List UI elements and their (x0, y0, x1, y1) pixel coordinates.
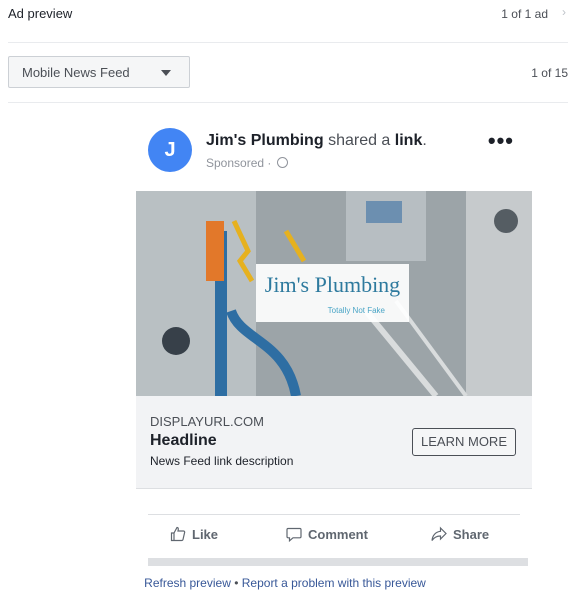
sponsored-text: Sponsored · (206, 156, 272, 170)
divider (8, 42, 568, 43)
logo-subtitle: Totally Not Fake (327, 306, 385, 315)
more-options-button[interactable]: ••• (488, 130, 514, 152)
divider (8, 102, 568, 103)
shared-link-word[interactable]: link (395, 132, 423, 149)
link-headline: Headline (150, 432, 217, 449)
ad-count: 1 of 1 ad (501, 7, 548, 21)
like-label: Like (192, 527, 219, 542)
comment-label: Comment (308, 527, 368, 542)
display-url: DISPLAYURL.COM (150, 414, 264, 429)
thumbs-up-icon (170, 526, 186, 542)
share-arrow-icon (431, 526, 447, 541)
preview-footer-links: Refresh preview • Report a problem with … (0, 576, 570, 590)
next-ad-arrow-icon[interactable]: › (562, 5, 566, 19)
post-action-text: shared a (328, 132, 391, 149)
share-label: Share (453, 527, 490, 542)
refresh-preview-link[interactable]: Refresh preview (144, 576, 231, 590)
comment-icon (286, 527, 302, 542)
placement-dropdown[interactable]: Mobile News Feed (8, 56, 190, 88)
avatar[interactable]: J (148, 128, 192, 172)
like-button[interactable]: Like (170, 526, 218, 542)
post-period: . (422, 132, 427, 149)
card-bottom-bar (148, 558, 528, 566)
ad-preview-title: Ad preview (8, 6, 73, 21)
sponsored-label: Sponsored · (206, 156, 288, 170)
chevron-down-icon (161, 70, 171, 76)
globe-icon (276, 157, 288, 168)
placement-label: Mobile News Feed (22, 65, 130, 80)
logo-title: Jim's Plumbing (264, 272, 401, 297)
comment-button[interactable]: Comment (286, 526, 368, 542)
logo-overlay: Jim's Plumbing Totally Not Fake (256, 264, 409, 322)
share-button[interactable]: Share (431, 526, 489, 542)
footer-separator: • (234, 576, 239, 590)
report-problem-link[interactable]: Report a problem with this preview (242, 576, 426, 590)
post-header-line: Jim's Plumbing shared a link. (206, 132, 427, 150)
link-preview[interactable]: DISPLAYURL.COM Headline News Feed link d… (136, 396, 532, 489)
ad-image[interactable]: Jim's Plumbing Totally Not Fake (136, 191, 532, 396)
preview-header: Ad preview 1 of 1 ad › (0, 0, 570, 30)
learn-more-button[interactable]: LEARN MORE (412, 428, 516, 456)
placement-page-count: 1 of 15 (531, 66, 568, 80)
link-description: News Feed link description (150, 454, 294, 468)
page-name-link[interactable]: Jim's Plumbing (206, 132, 324, 149)
post-actions: Like Comment Share (148, 514, 520, 553)
